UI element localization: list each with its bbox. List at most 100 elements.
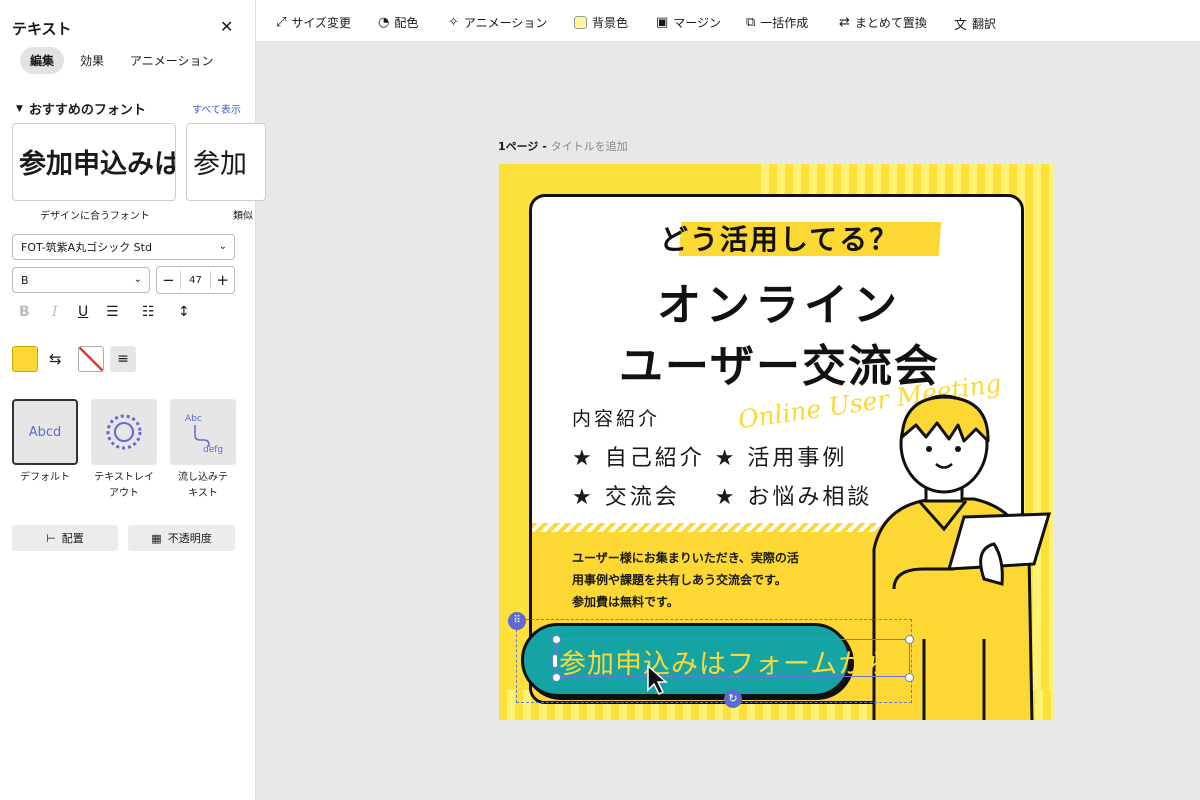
arrange-label: 配置 <box>61 532 84 545</box>
margin-button[interactable]: ▣ マージン <box>656 14 721 31</box>
swap-icon[interactable]: ⇆ <box>49 350 62 368</box>
align-left-icon[interactable]: ☰ <box>106 304 119 320</box>
no-fill-icon[interactable] <box>78 346 104 372</box>
font-sample: 参加申込みは <box>19 149 176 180</box>
color-square-icon <box>574 16 587 29</box>
cursor-arrow-icon <box>647 664 668 696</box>
page-number: 1ページ - <box>498 140 547 153</box>
toolbar-label: 一括作成 <box>760 16 809 30</box>
bullet-list-icon[interactable]: ☷ <box>142 304 155 320</box>
title-line1[interactable]: オンライン <box>532 269 1021 333</box>
color-scheme-button[interactable]: ◔ 配色 <box>378 14 418 31</box>
chevron-down-icon: ⌄ <box>133 274 142 285</box>
effect-label: 流し込みテキスト <box>178 472 228 499</box>
bold-icon[interactable]: B <box>19 304 30 320</box>
toolbar-label: まとめて置換 <box>854 16 927 30</box>
bulk-replace-button[interactable]: ⇄ まとめて置換 <box>839 14 927 31</box>
panel-title: テキスト <box>12 20 72 38</box>
translate-icon: 文 <box>954 18 968 33</box>
effect-flow-text[interactable]: Abc defg <box>170 399 236 465</box>
font-caption: デザインに合うフォント <box>40 211 150 222</box>
toolbar-label: 背景色 <box>592 16 629 30</box>
chevron-down-icon: ▼ <box>16 103 23 114</box>
tab-animation[interactable]: アニメーション <box>120 47 224 74</box>
animation-button[interactable]: ✧ アニメーション <box>448 14 547 31</box>
margin-icon: ▣ <box>656 15 669 30</box>
font-size-stepper: − 47 + <box>156 266 235 294</box>
opacity-label: 不透明度 <box>167 532 212 545</box>
font-card-1[interactable]: 参加申込みは <box>12 123 176 201</box>
background-color-button[interactable]: 背景色 <box>574 14 628 31</box>
top-toolbar: ⤢ サイズ変更 ◔ 配色 ✧ アニメーション 背景色 ▣ マージン ⧉ 一括作成 ⇄ まとめ… <box>256 0 1200 42</box>
show-all-link[interactable]: すべて表示 <box>192 101 241 116</box>
drag-grip-icon[interactable]: ⠿ <box>508 612 526 630</box>
tagline[interactable]: どう活用してる？ <box>532 218 1021 258</box>
effect-default[interactable]: Abcd <box>12 399 78 465</box>
resize-handle-bl[interactable] <box>552 673 561 682</box>
chevron-down-icon: ⌄ <box>218 241 227 252</box>
panel-tabs: 編集 効果 アニメーション <box>20 47 224 74</box>
resize-handle-tr[interactable] <box>905 635 914 644</box>
resize-icon: ⤢ <box>276 15 287 30</box>
effect-preview: Abcd <box>28 424 62 440</box>
resize-handle-tl[interactable] <box>552 635 561 644</box>
items-line1[interactable]: ★ 自己紹介 ★ 活用事例 <box>572 440 847 472</box>
font-card-2[interactable]: 参加 <box>186 123 266 201</box>
font-family-select[interactable]: FOT-筑紫A丸ゴシック Std ⌄ <box>12 234 235 260</box>
italic-icon[interactable]: I <box>52 304 58 320</box>
font-weight-value: B <box>21 273 29 287</box>
copy-icon: ⧉ <box>746 15 756 30</box>
font-sample: 参加 <box>193 149 247 180</box>
effect-label: テキストレイアウト <box>94 472 154 499</box>
opacity-button[interactable]: ▦ 不透明度 <box>128 525 235 551</box>
toolbar-label: マージン <box>673 16 722 30</box>
flow-text-icon: Abc defg <box>185 414 223 454</box>
desc-line: 参加費は無料です。 <box>572 595 679 609</box>
effect-label: デフォルト <box>20 472 70 483</box>
effect-text-layout[interactable] <box>91 399 157 465</box>
desc-line: 用事例や課題を共有しあう交流会です。 <box>572 573 787 587</box>
resize-handle-br[interactable] <box>905 673 914 682</box>
rotate-icon[interactable]: ↻ <box>724 690 742 708</box>
items-line2[interactable]: ★ 交流会 ★ お悩み相談 <box>572 479 872 511</box>
text-color-swatch[interactable] <box>12 346 38 372</box>
decrease-size-button[interactable]: − <box>157 271 181 289</box>
palette-icon: ◔ <box>378 15 390 30</box>
translate-button[interactable]: 文翻訳 <box>954 14 996 33</box>
svg-text:Abc: Abc <box>185 414 202 424</box>
desc-line: ユーザー様にお集まりいただき、実際の活 <box>572 551 799 565</box>
circle-text-icon <box>106 414 142 450</box>
section-title: おすすめのフォント <box>28 103 146 118</box>
toolbar-label: サイズ変更 <box>291 16 352 30</box>
tab-effects[interactable]: 効果 <box>70 47 114 74</box>
animation-icon: ✧ <box>448 15 459 30</box>
description[interactable]: ユーザー様にお集まりいただき、実際の活 用事例や課題を共有しあう交流会です。 参… <box>572 547 799 613</box>
text-panel: テキスト ✕ 編集 効果 アニメーション ▼ おすすめのフォント すべて表示 参… <box>0 0 266 800</box>
toolbar-label: 翻訳 <box>972 17 997 31</box>
arrange-button[interactable]: ⊢ 配置 <box>12 525 118 551</box>
font-family-value: FOT-筑紫A丸ゴシック Std <box>21 241 152 254</box>
text-stroke-icon[interactable]: ≡ <box>110 346 136 372</box>
svg-text:defg: defg <box>203 445 223 454</box>
increase-size-button[interactable]: + <box>210 271 234 289</box>
font-size-input[interactable]: 47 <box>181 275 211 286</box>
underline-icon[interactable]: U <box>78 304 88 320</box>
align-icon: ⊢ <box>46 531 56 545</box>
page-title-input[interactable]: タイトルを追加 <box>551 140 628 153</box>
replace-icon: ⇄ <box>839 15 850 30</box>
toolbar-label: 配色 <box>394 16 419 30</box>
toolbar-label: アニメーション <box>463 16 548 30</box>
resize-button[interactable]: ⤢ サイズ変更 <box>276 14 351 31</box>
resize-handle-left[interactable] <box>552 654 558 668</box>
section-heading[interactable]: 内容紹介 <box>572 404 660 431</box>
close-icon[interactable]: ✕ <box>220 17 233 36</box>
recommended-fonts-header[interactable]: ▼ おすすめのフォント <box>16 99 146 118</box>
tab-edit[interactable]: 編集 <box>20 47 65 74</box>
bulk-create-button[interactable]: ⧉ 一括作成 <box>746 14 808 31</box>
page-label: 1ページ - タイトルを追加 <box>498 138 628 154</box>
line-spacing-icon[interactable]: ↕ <box>178 304 190 320</box>
font-caption: 類似 <box>233 211 253 222</box>
checker-icon: ▦ <box>151 531 162 545</box>
font-weight-select[interactable]: B ⌄ <box>12 267 150 293</box>
text-selection-box[interactable] <box>556 639 910 677</box>
